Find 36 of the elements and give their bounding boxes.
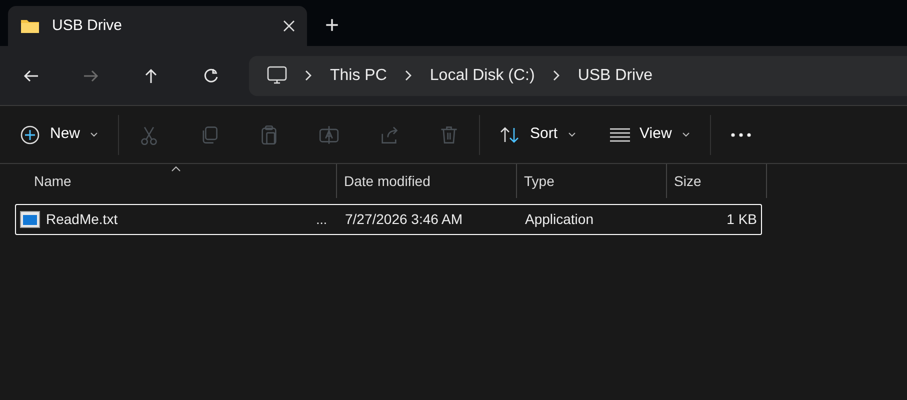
caret-icon	[568, 132, 576, 137]
caret-icon	[682, 132, 690, 137]
caret-icon	[90, 132, 98, 137]
breadcrumb-item[interactable]: USB Drive	[578, 64, 652, 88]
tab-title: USB Drive	[52, 16, 124, 36]
monitor-icon	[267, 66, 287, 85]
refresh-icon[interactable]	[202, 66, 220, 84]
chevron-icon	[552, 70, 560, 81]
breadcrumb-item[interactable]: This PC	[330, 64, 387, 88]
new-button[interactable]: New	[12, 114, 106, 154]
column-header[interactable]: Size	[667, 164, 767, 198]
view-button[interactable]: View	[602, 114, 698, 154]
window-file-icon	[20, 211, 40, 228]
chevron-icon	[404, 70, 412, 81]
column-header[interactable]: Date modified	[337, 164, 517, 198]
size-cell-text: 1 KB	[726, 210, 758, 229]
file-name: ReadMe.txt	[46, 210, 119, 229]
list-lines-icon	[610, 128, 630, 142]
overflow-ellipsis: ...	[316, 210, 327, 229]
more-options-icon[interactable]	[730, 132, 751, 136]
tab[interactable]: USB Drive	[8, 6, 307, 46]
type-cell-text: Application	[524, 210, 594, 229]
column-header[interactable]: Name	[15, 164, 337, 198]
sort-caret-icon	[170, 166, 180, 172]
plus-circle-icon	[20, 124, 40, 144]
close-icon[interactable]	[283, 20, 295, 32]
folder-icon	[20, 18, 40, 34]
sort-button[interactable]: Sort	[492, 114, 584, 154]
chevron-icon	[305, 70, 312, 81]
new-tab-button[interactable]: +	[325, 14, 340, 38]
address-bar[interactable]: This PC Local Disk (C:) USB Drive	[249, 56, 907, 96]
sort-arrows-icon	[500, 126, 520, 144]
breadcrumb-item[interactable]: Local Disk (C:)	[430, 64, 535, 88]
column-header[interactable]: Type	[517, 164, 667, 198]
date-cell-text: 7/27/2026 3:46 AM	[344, 210, 464, 229]
file-row[interactable]: ReadMe.txt ... 7/27/2026 3:46 AM Application 1 KB	[15, 204, 762, 235]
